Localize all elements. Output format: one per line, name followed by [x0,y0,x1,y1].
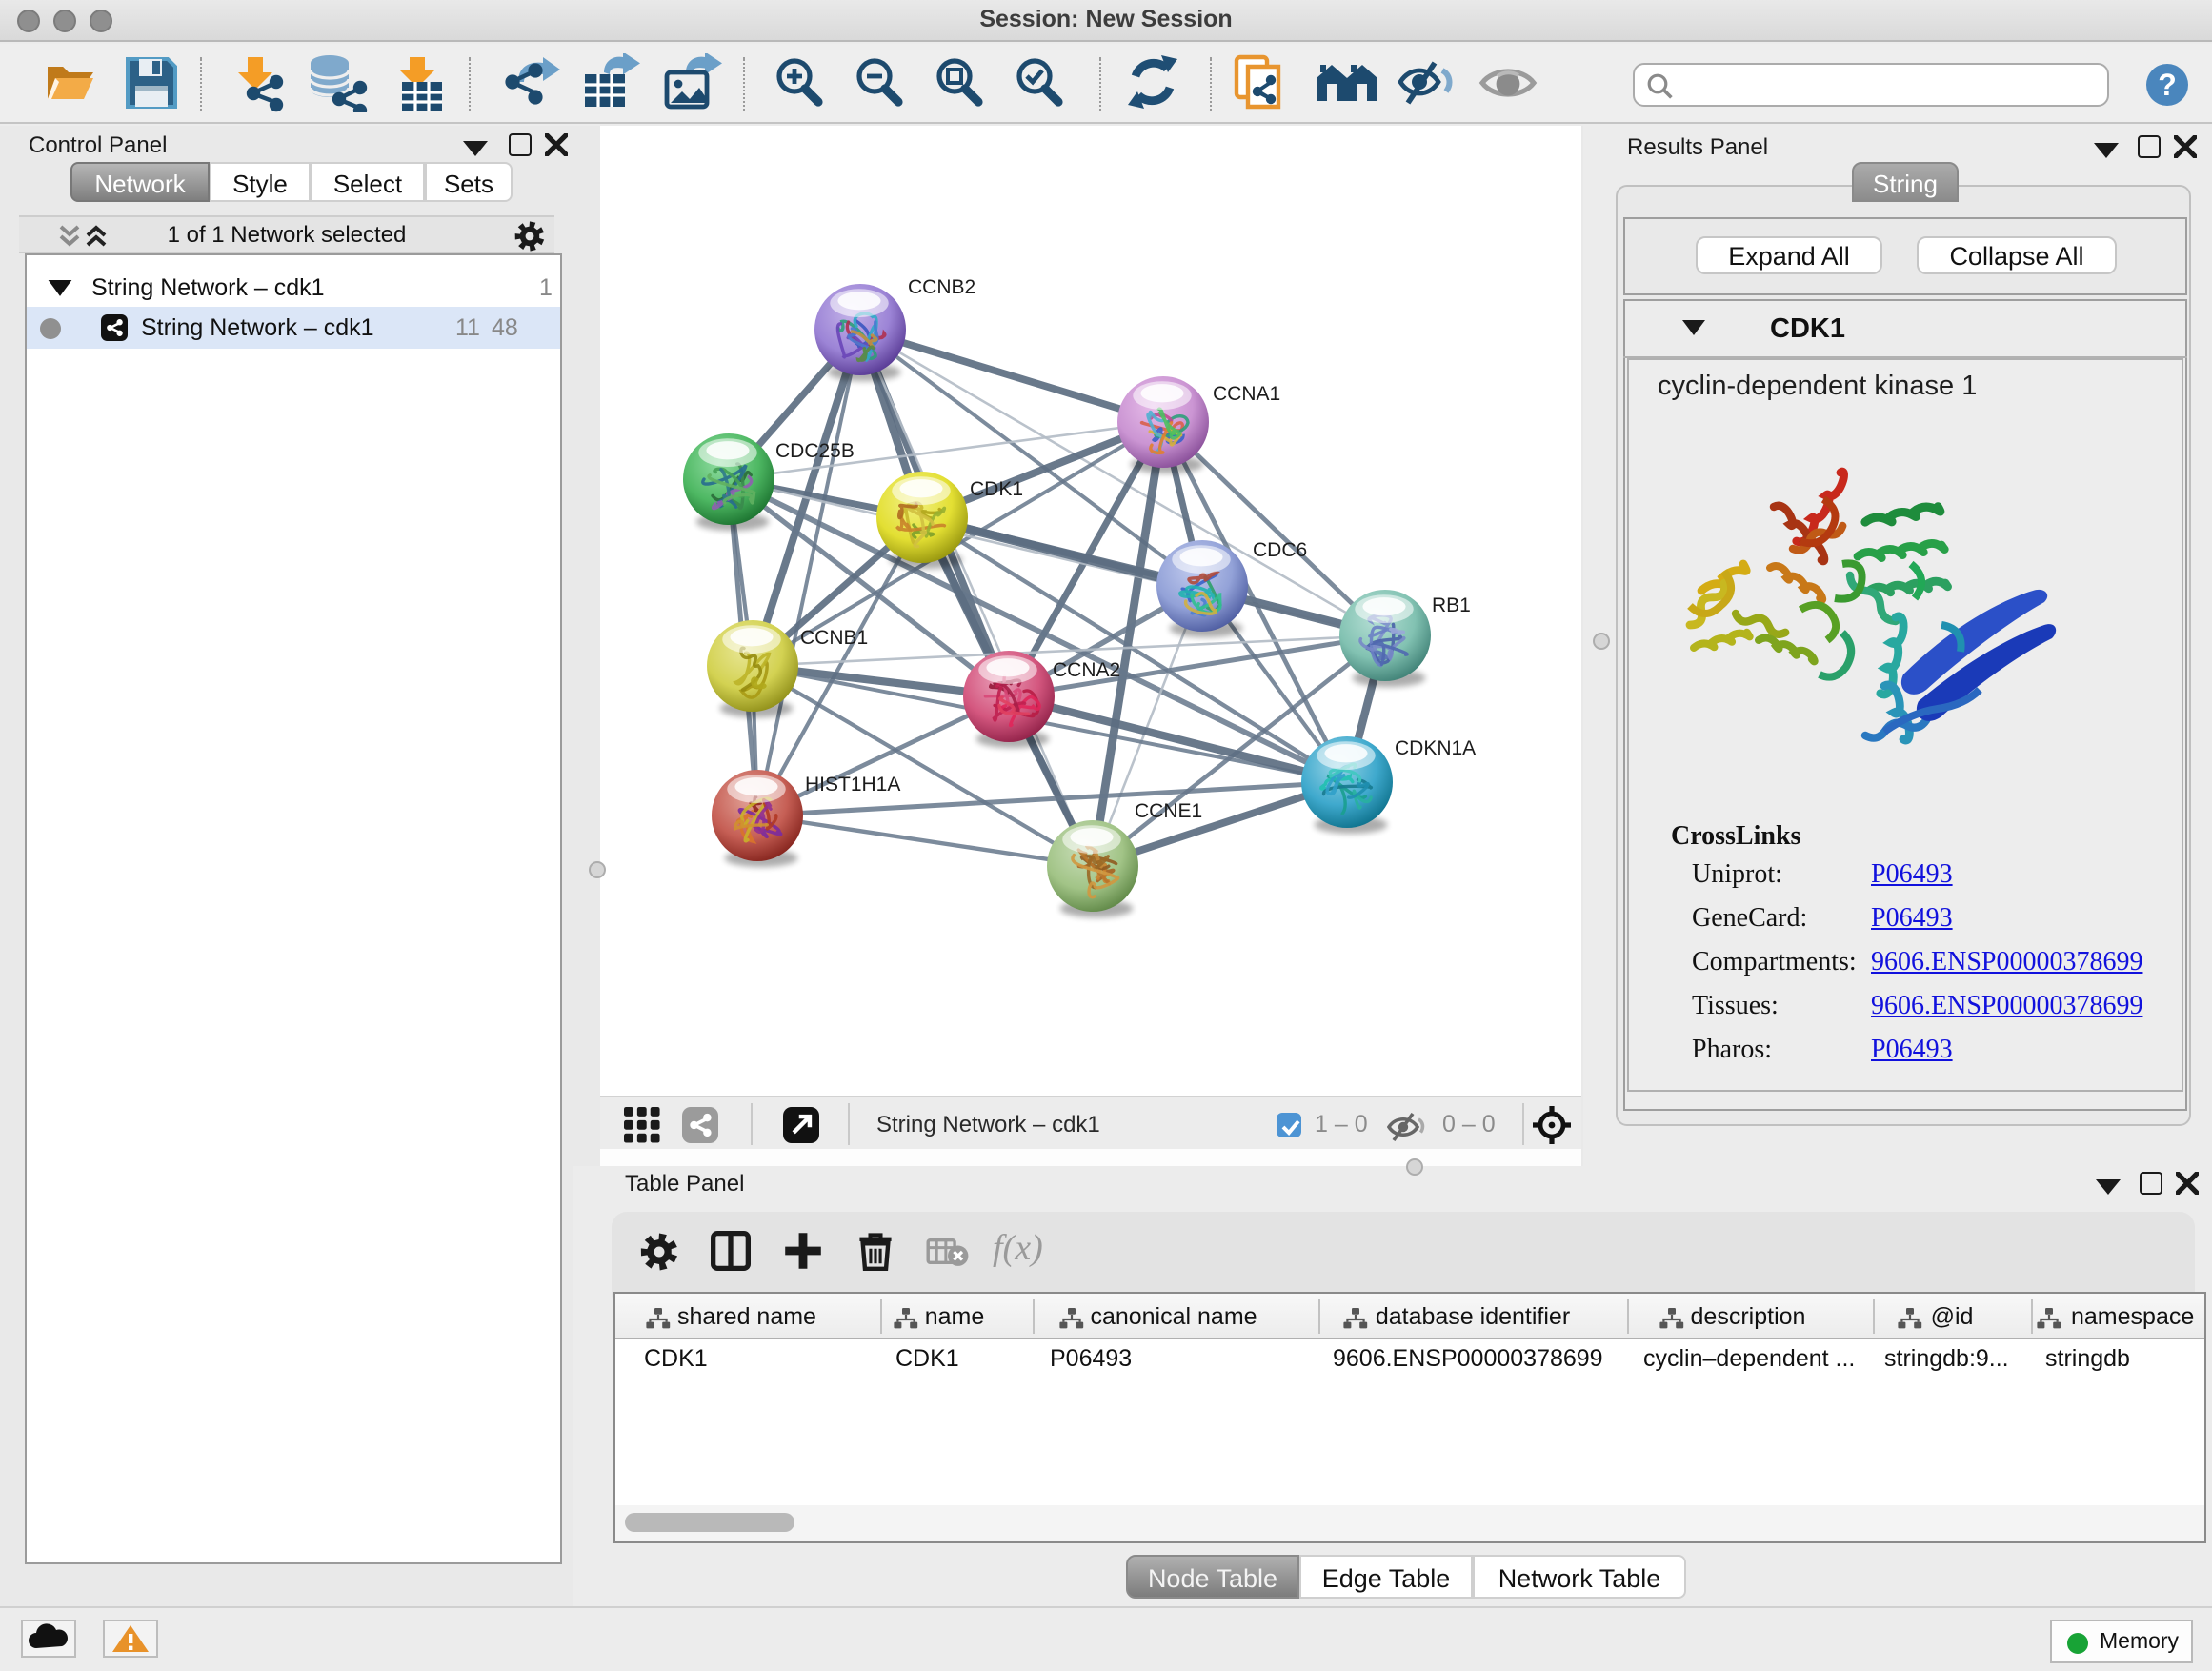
svg-text:CDC6: CDC6 [1253,539,1307,561]
svg-text:CDK1: CDK1 [970,478,1023,500]
svg-text:CCNB1: CCNB1 [800,627,868,649]
svg-text:CCNA2: CCNA2 [1053,659,1120,681]
svg-text:HIST1H1A: HIST1H1A [805,774,900,795]
svg-text:CDC25B: CDC25B [775,440,855,462]
svg-text:CCNE1: CCNE1 [1135,800,1202,822]
svg-text:CDKN1A: CDKN1A [1395,737,1476,759]
svg-text:CCNB2: CCNB2 [908,276,975,298]
svg-text:?: ? [2158,68,2177,102]
svg-text:CCNA1: CCNA1 [1213,383,1280,405]
svg-text:RB1: RB1 [1432,594,1471,616]
